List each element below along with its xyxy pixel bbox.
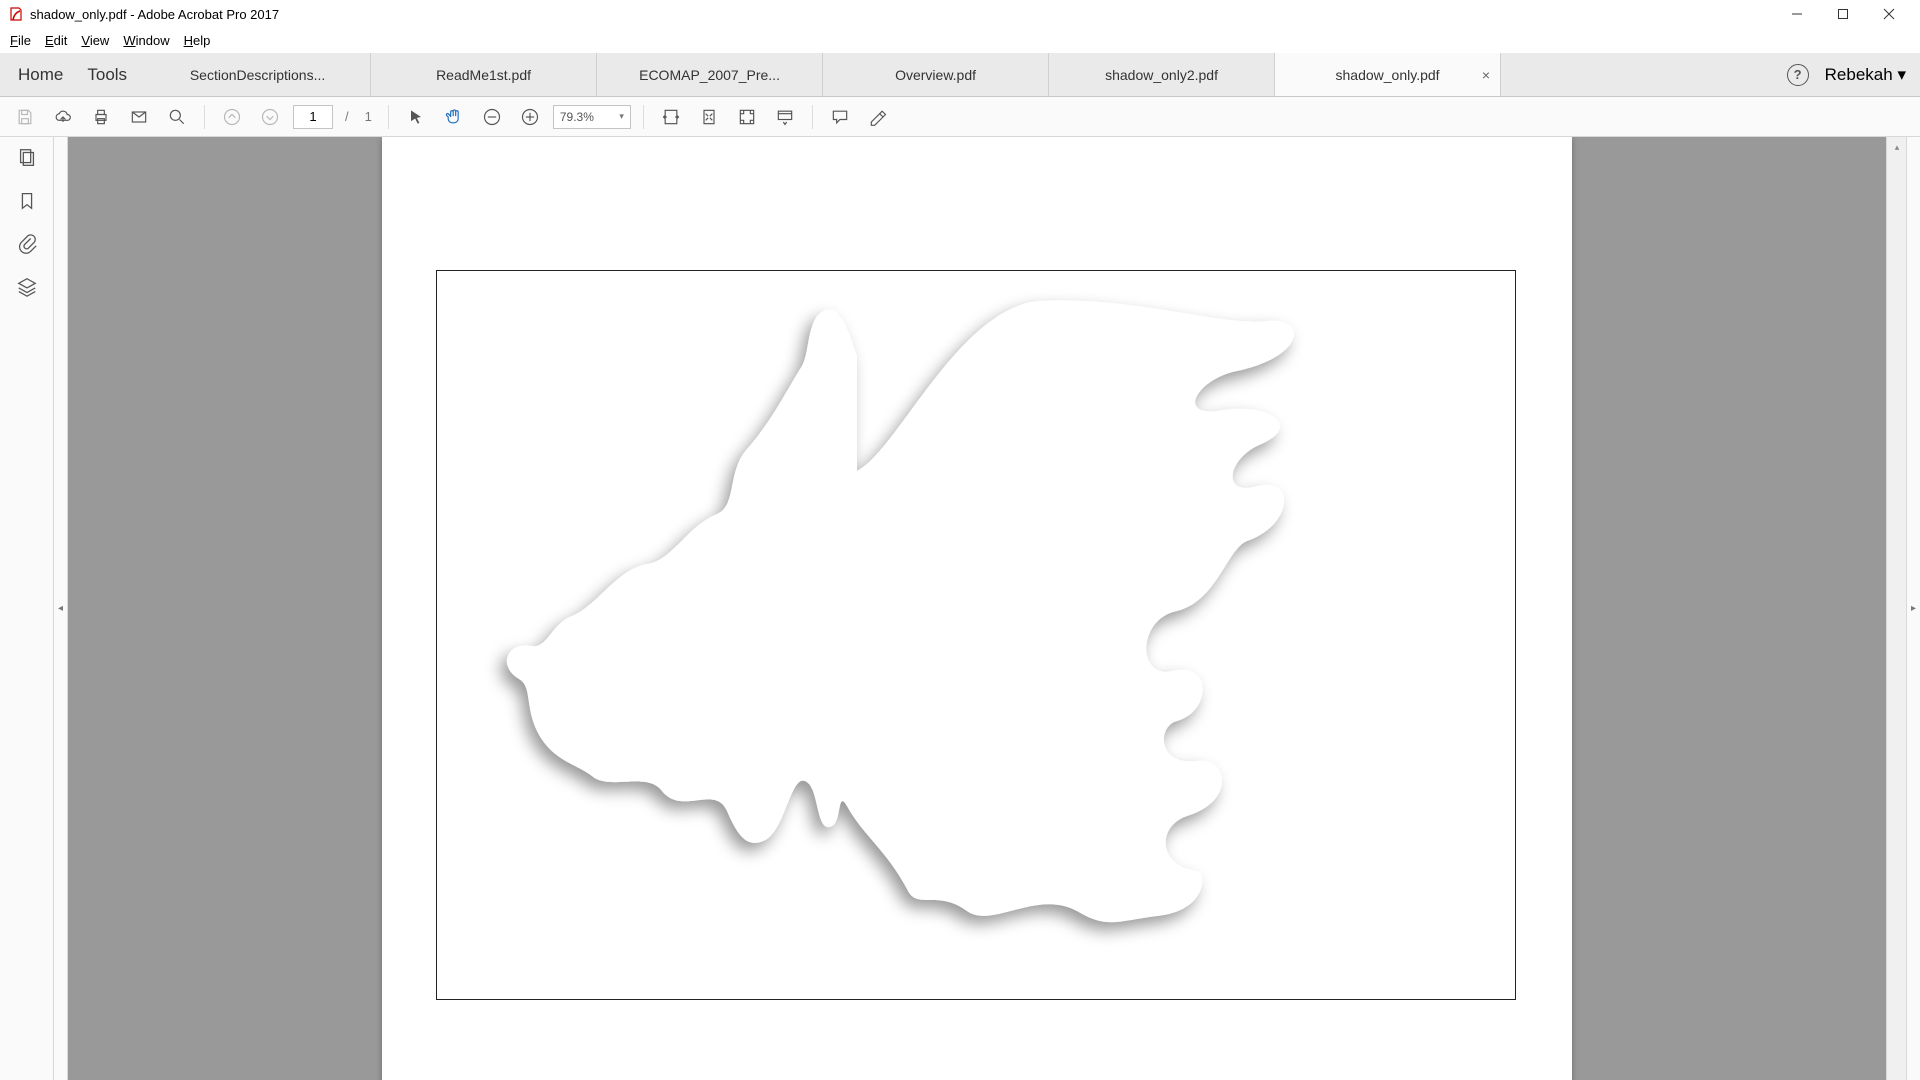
separator [204,105,205,129]
right-panel-toggle[interactable]: ▸ [1906,137,1920,1080]
email-icon[interactable] [124,102,154,132]
zoom-value: 79.3% [560,110,594,124]
zoom-in-icon[interactable] [515,102,545,132]
main-area: ◂ ▴ ▸ [0,137,1920,1080]
print-icon[interactable] [86,102,116,132]
zoom-select[interactable]: 79.3% ▾ [553,105,631,129]
menu-view[interactable]: View [81,33,109,48]
tab-shadow-only2[interactable]: shadow_only2.pdf [1049,53,1275,96]
attachments-icon[interactable] [16,233,38,258]
tab-shadow-only[interactable]: shadow_only.pdf × [1275,53,1501,96]
read-mode-icon[interactable] [770,102,800,132]
left-panel-toggle[interactable]: ◂ [54,137,68,1080]
tab-label: SectionDescriptions... [190,67,325,83]
tab-readme1st[interactable]: ReadMe1st.pdf [371,53,597,96]
comment-icon[interactable] [825,102,855,132]
menu-window[interactable]: Window [123,33,169,48]
separator [388,105,389,129]
tab-close-icon[interactable]: × [1482,67,1490,83]
tab-label: ECOMAP_2007_Pre... [639,67,780,83]
separator [812,105,813,129]
scroll-up-icon[interactable]: ▴ [1887,137,1907,157]
page-content-frame [436,270,1516,1000]
separator [643,105,644,129]
nav-home[interactable]: Home [18,65,63,85]
tab-label: ReadMe1st.pdf [436,67,531,83]
document-viewport[interactable] [68,137,1886,1080]
menu-file[interactable]: File [10,33,31,48]
tab-label: Overview.pdf [895,67,976,83]
pdf-page [382,137,1572,1080]
tab-label: shadow_only2.pdf [1105,67,1218,83]
help-icon[interactable]: ? [1787,64,1809,86]
tab-section-descriptions[interactable]: SectionDescriptions... [145,53,371,96]
zoom-out-icon[interactable] [477,102,507,132]
menu-help[interactable]: Help [184,33,211,48]
cloud-upload-icon[interactable] [48,102,78,132]
fit-width-icon[interactable] [656,102,686,132]
search-icon[interactable] [162,102,192,132]
acrobat-icon [8,6,24,22]
user-name: Rebekah [1825,65,1893,84]
chevron-down-icon: ▾ [619,111,624,122]
fit-page-icon[interactable] [694,102,724,132]
minimize-button[interactable] [1774,0,1820,28]
highlight-icon[interactable] [863,102,893,132]
window-title: shadow_only.pdf - Adobe Acrobat Pro 2017 [30,7,279,22]
tab-ecomap-2007[interactable]: ECOMAP_2007_Pre... [597,53,823,96]
selection-tool-icon[interactable] [401,102,431,132]
navigation-pane [0,137,54,1080]
chevron-down-icon: ▾ [1897,65,1906,84]
page-separator: / [341,109,353,124]
page-total: 1 [361,109,376,124]
page-up-icon[interactable] [217,102,247,132]
tab-strip: Home Tools SectionDescriptions... ReadMe… [0,53,1920,97]
tab-label: shadow_only.pdf [1336,67,1440,83]
fullscreen-icon[interactable] [732,102,762,132]
tab-overview[interactable]: Overview.pdf [823,53,1049,96]
menu-edit[interactable]: Edit [45,33,67,48]
user-menu[interactable]: Rebekah ▾ [1825,65,1906,85]
title-bar: shadow_only.pdf - Adobe Acrobat Pro 2017 [0,0,1920,28]
toolbar: / 1 79.3% ▾ [0,97,1920,137]
menu-bar: File Edit View Window Help [0,28,1920,53]
hand-tool-icon[interactable] [439,102,469,132]
vertical-scrollbar[interactable]: ▴ [1886,137,1906,1080]
thumbnails-icon[interactable] [16,147,38,172]
page-down-icon[interactable] [255,102,285,132]
save-icon[interactable] [10,102,40,132]
layers-icon[interactable] [16,276,38,301]
close-window-button[interactable] [1866,0,1912,28]
document-tabs: SectionDescriptions... ReadMe1st.pdf ECO… [145,53,1773,96]
bookmarks-icon[interactable] [16,190,38,215]
page-number-input[interactable] [293,105,333,129]
nav-tools[interactable]: Tools [87,65,127,85]
maximize-button[interactable] [1820,0,1866,28]
